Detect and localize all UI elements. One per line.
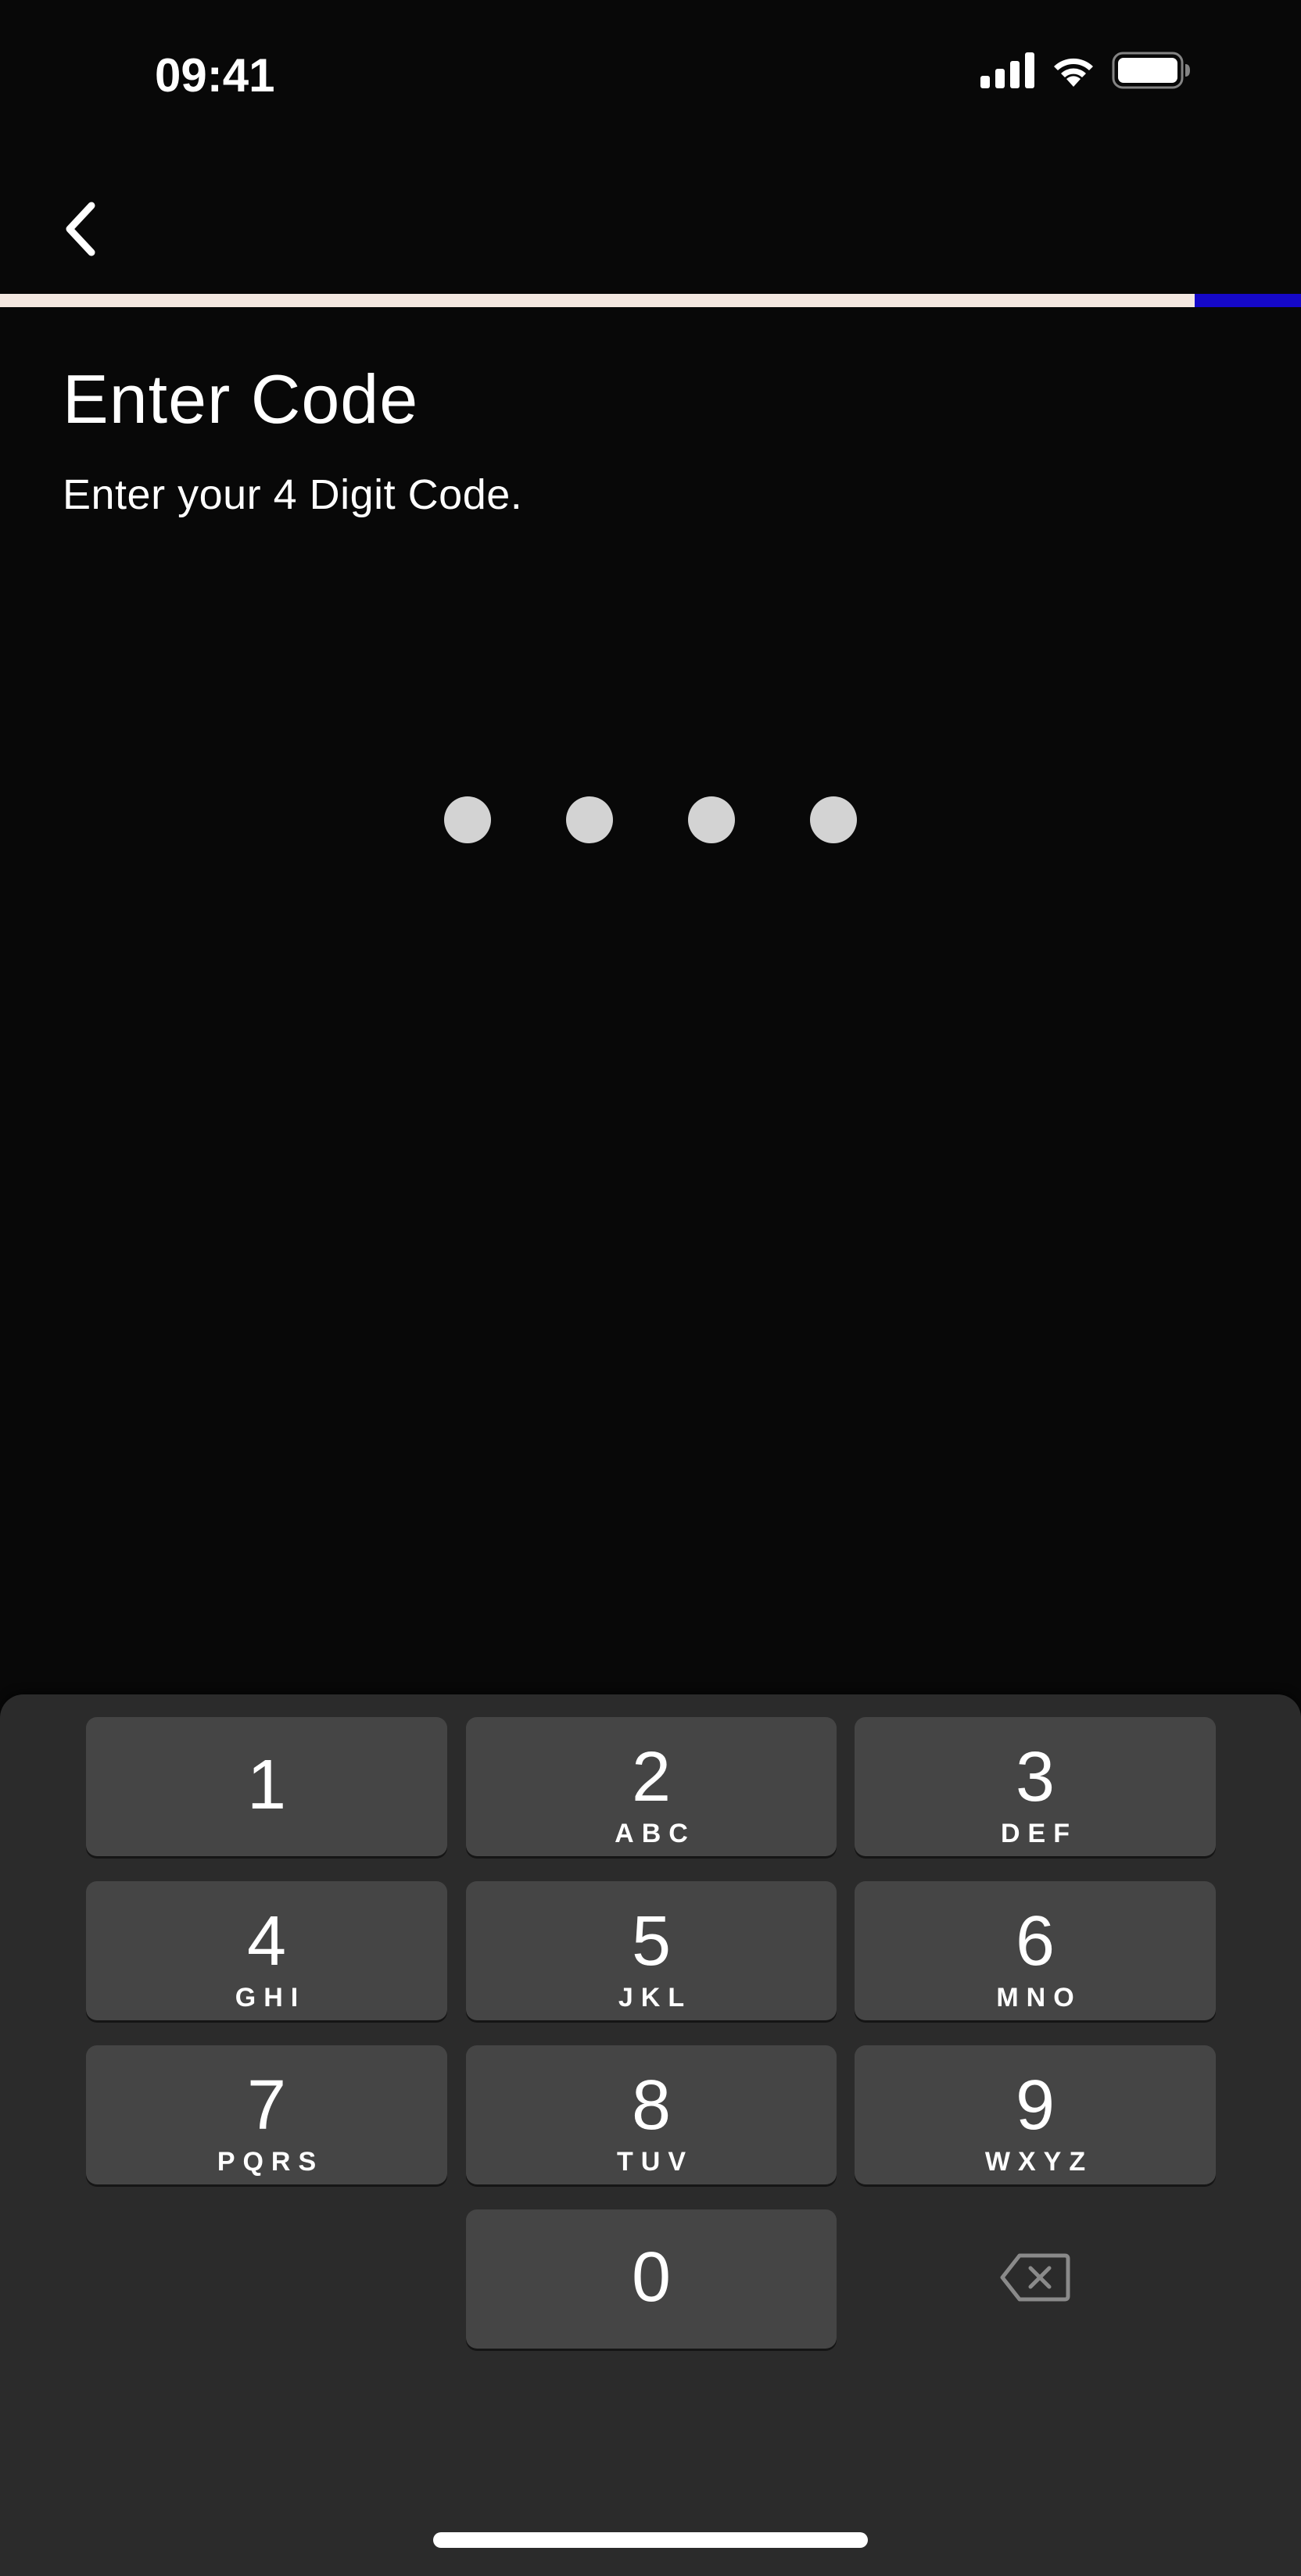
numeric-keypad: 1 2 ABC 3 DEF 4 GHI 5 JKL 6 MNO 7 PQRS 8… xyxy=(0,1694,1301,2576)
key-digit: 4 xyxy=(246,1902,287,1980)
key-letters: GHI xyxy=(235,1983,306,2012)
key-8[interactable]: 8 TUV xyxy=(466,2045,837,2184)
key-digit: 2 xyxy=(631,1738,672,1816)
key-digit: 5 xyxy=(631,1902,672,1980)
key-1[interactable]: 1 xyxy=(86,1717,447,1856)
wifi-icon xyxy=(1049,52,1098,92)
progress-bar xyxy=(0,294,1301,307)
delete-button[interactable] xyxy=(855,2209,1216,2349)
progress-fill xyxy=(0,294,1195,307)
cellular-signal-icon xyxy=(980,52,1035,92)
key-digit: 0 xyxy=(631,2238,672,2317)
code-dot xyxy=(444,796,491,843)
status-icons xyxy=(980,50,1192,94)
status-time: 09:41 xyxy=(155,49,275,102)
code-dot xyxy=(688,796,735,843)
key-7[interactable]: 7 PQRS xyxy=(86,2045,447,2184)
code-input[interactable] xyxy=(0,796,1301,843)
key-digit: 1 xyxy=(246,1746,287,1824)
key-digit: 3 xyxy=(1015,1738,1055,1816)
code-dot xyxy=(810,796,857,843)
key-2[interactable]: 2 ABC xyxy=(466,1717,837,1856)
code-dot xyxy=(566,796,613,843)
key-digit: 6 xyxy=(1015,1902,1055,1980)
page-subtitle: Enter your 4 Digit Code. xyxy=(63,471,523,518)
key-3[interactable]: 3 DEF xyxy=(855,1717,1216,1856)
key-letters: MNO xyxy=(996,1983,1082,2012)
key-letters: ABC xyxy=(615,1819,696,1848)
chevron-left-icon xyxy=(59,198,106,264)
key-digit: 7 xyxy=(246,2066,287,2145)
key-9[interactable]: 9 WXYZ xyxy=(855,2045,1216,2184)
key-letters: DEF xyxy=(1001,1819,1077,1848)
page-title: Enter Code xyxy=(63,360,419,438)
backspace-icon xyxy=(999,2252,1071,2306)
key-letters: WXYZ xyxy=(984,2147,1094,2177)
key-letters: PQRS xyxy=(217,2147,324,2177)
status-bar: 09:41 xyxy=(0,0,1301,148)
key-digit: 8 xyxy=(631,2066,672,2145)
key-4[interactable]: 4 GHI xyxy=(86,1881,447,2020)
key-letters: TUV xyxy=(617,2147,694,2177)
battery-icon xyxy=(1112,52,1192,93)
back-button[interactable] xyxy=(47,195,117,266)
home-indicator xyxy=(433,2532,868,2548)
key-digit: 9 xyxy=(1015,2066,1055,2145)
key-5[interactable]: 5 JKL xyxy=(466,1881,837,2020)
key-0[interactable]: 0 xyxy=(466,2209,837,2349)
key-6[interactable]: 6 MNO xyxy=(855,1881,1216,2020)
key-letters: JKL xyxy=(618,1983,693,2012)
